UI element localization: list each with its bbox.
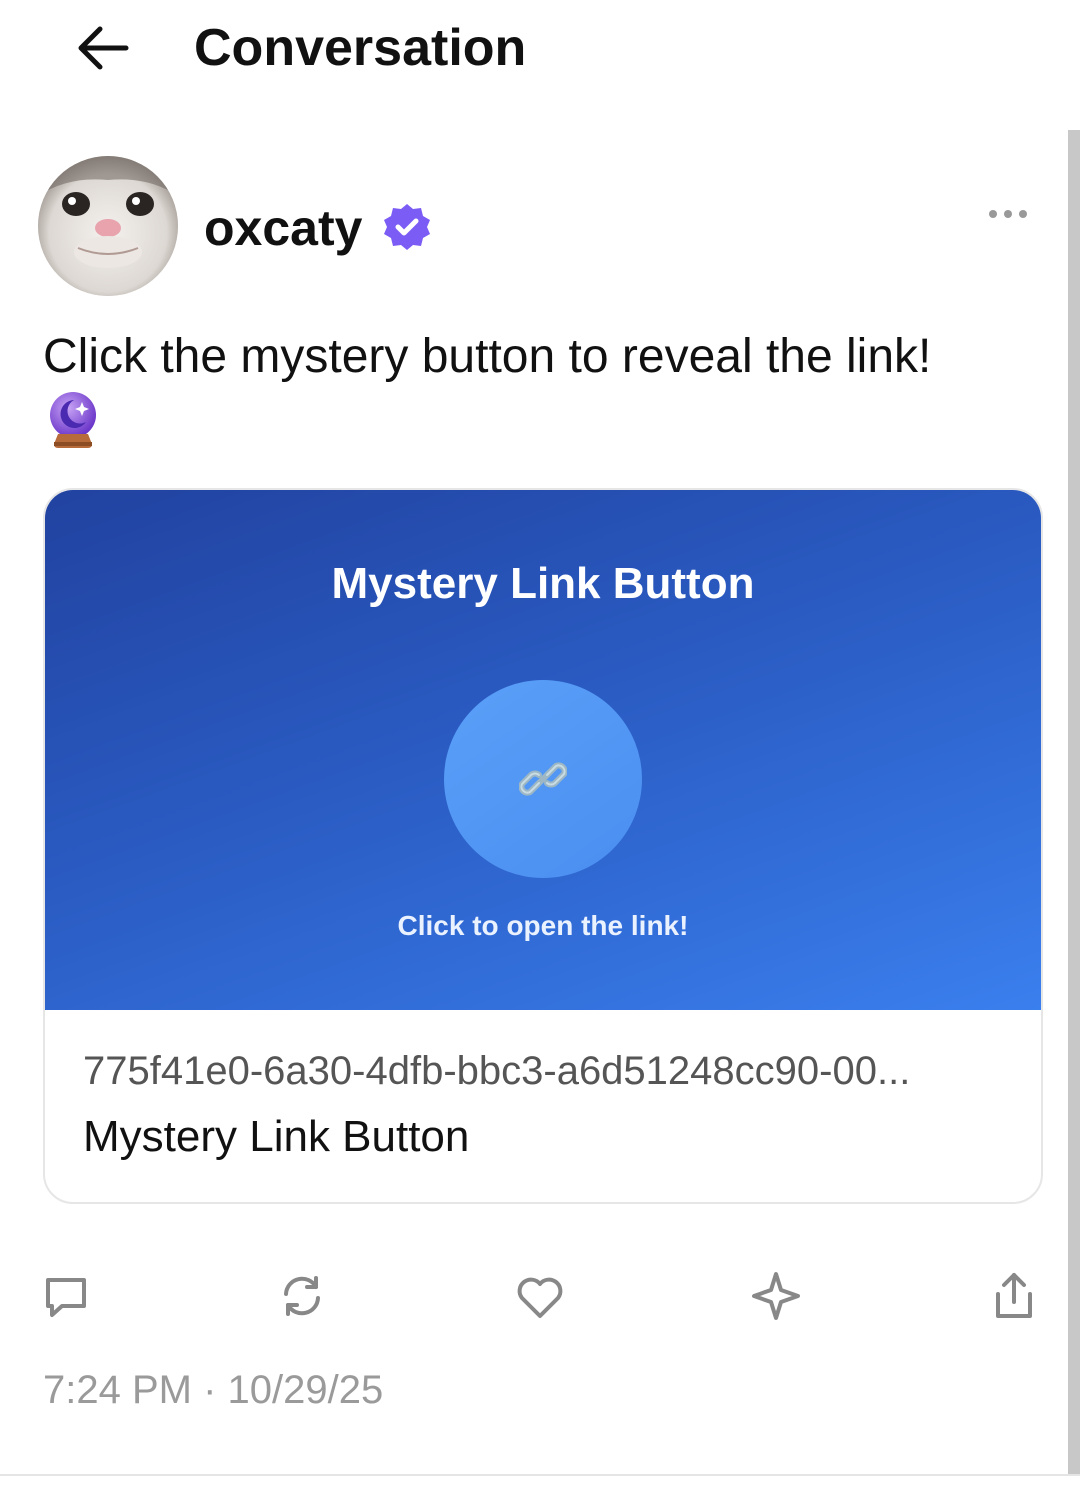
verified-badge-icon [384,204,430,250]
avatar[interactable] [38,156,178,296]
cat-avatar-image [38,156,178,296]
like-button[interactable] [510,1266,570,1326]
share-icon [996,1273,1032,1318]
post-text: Click the mystery button to reveal the l… [43,330,932,383]
conversation-screen: Conversation oxcaty Click the mystery bu… [0,0,1080,1504]
card-title: Mystery Link Button [83,1112,470,1161]
hero-caption: Click to open the link! [397,910,689,941]
hero-title: Mystery Link Button [331,559,755,608]
link-preview-card[interactable]: Mystery Link Button Click to open the li… [43,488,1043,1204]
heart-icon [517,1277,563,1318]
more-options-button[interactable] [984,196,1032,232]
page-title: Conversation [194,19,527,77]
repost-icon [284,1276,320,1316]
author-name[interactable]: oxcaty [204,200,362,256]
divider [0,1474,1080,1476]
link-icon [519,762,567,796]
arrow-left-icon [78,26,129,70]
more-horizontal-icon [989,210,1027,218]
save-button[interactable] [746,1266,806,1326]
repost-button[interactable] [272,1266,332,1326]
crystal-ball-icon [50,392,96,448]
back-button[interactable] [70,18,134,78]
reply-icon [46,1278,86,1317]
sparkle-icon [752,1272,800,1320]
mystery-button[interactable] [444,680,642,878]
reply-button[interactable] [36,1266,96,1326]
app-header: Conversation [0,0,1080,100]
card-hero-image[interactable]: Mystery Link Button Click to open the li… [45,490,1041,1010]
post-actions [0,1266,1080,1326]
share-button[interactable] [984,1266,1044,1326]
card-url: 775f41e0-6a30-4dfb-bbc3-a6d51248cc90-00.… [83,1049,911,1093]
post-timestamp: 7:24 PM · 10/29/25 [43,1368,384,1412]
